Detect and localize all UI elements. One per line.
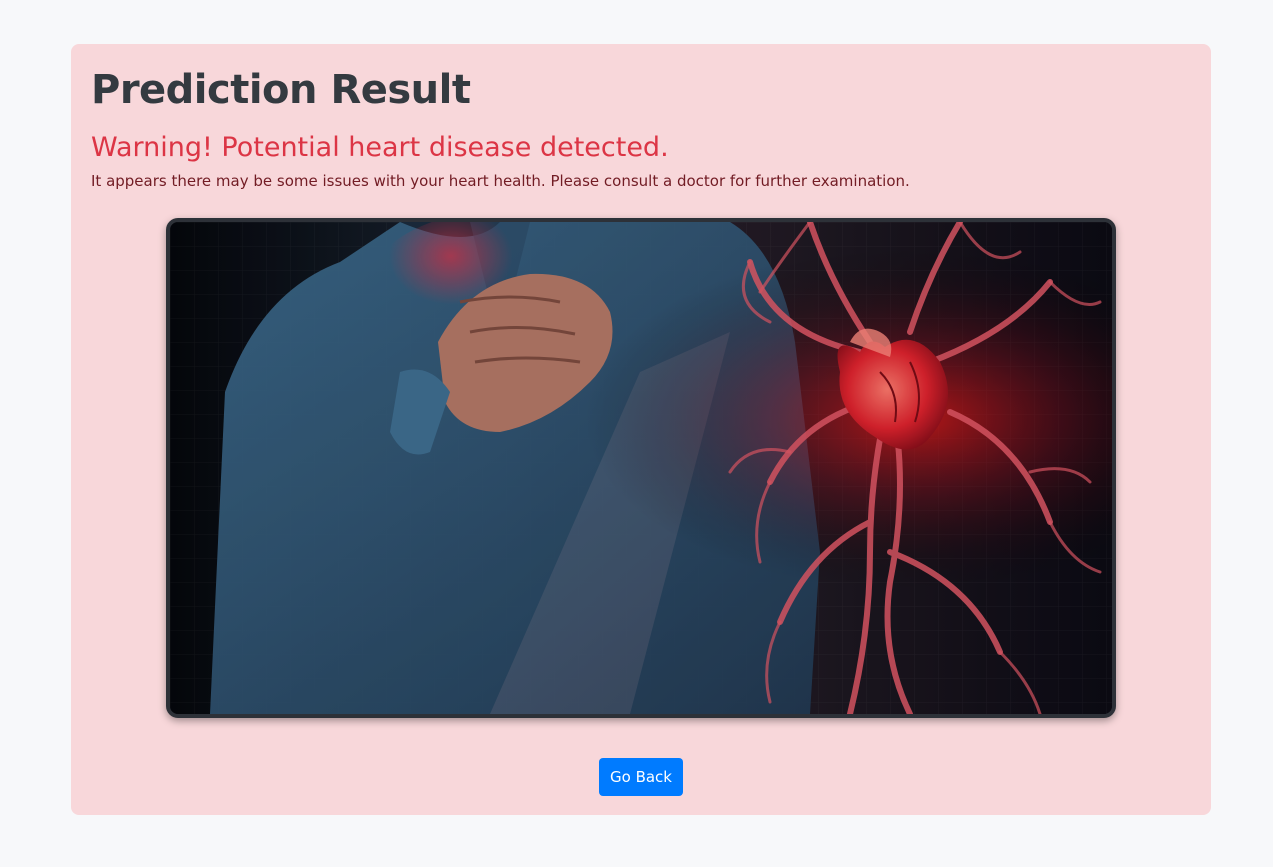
- heart-illustration-image: [166, 218, 1116, 718]
- warning-heading: Warning! Potential heart disease detecte…: [91, 132, 669, 163]
- go-back-button[interactable]: Go Back: [599, 758, 683, 796]
- page-title: Prediction Result: [91, 67, 471, 113]
- result-card: Prediction Result Warning! Potential hea…: [71, 44, 1211, 815]
- heart-illustration-icon: [170, 222, 1112, 714]
- warning-message: It appears there may be some issues with…: [91, 172, 910, 190]
